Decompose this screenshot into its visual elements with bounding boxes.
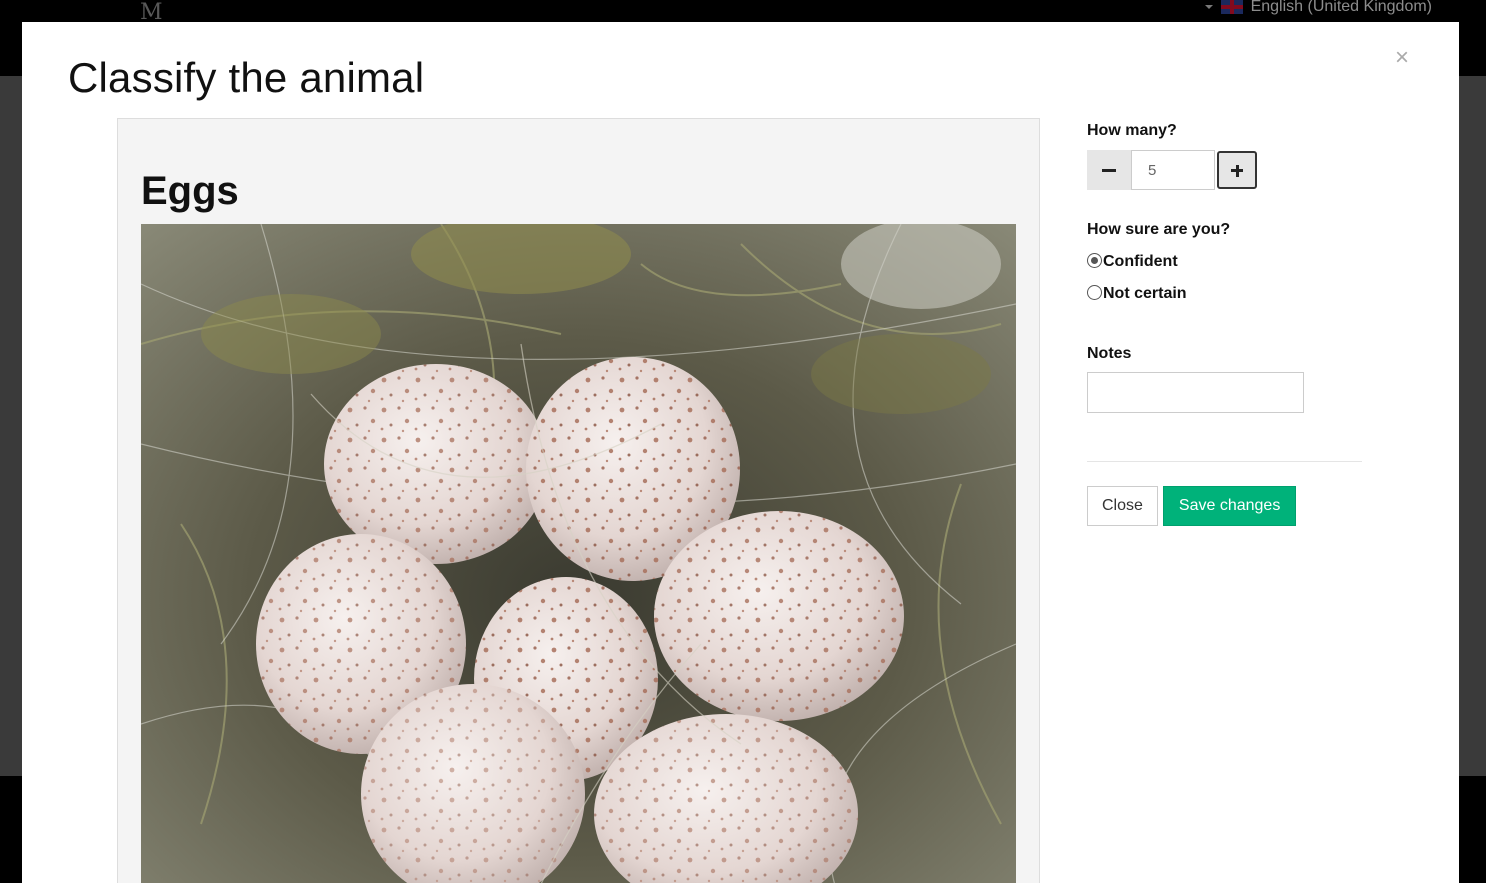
modal-title: Classify the animal (68, 54, 425, 101)
radio-not-certain[interactable]: Not certain (1087, 284, 1377, 303)
how-sure-label: How sure are you? (1087, 221, 1231, 238)
modal-actions: Close Save changes (1087, 486, 1377, 526)
animal-photo (141, 224, 1016, 883)
save-changes-button[interactable]: Save changes (1162, 486, 1297, 526)
notes-field[interactable] (1087, 372, 1304, 413)
how-many-label: How many? (1087, 122, 1177, 139)
classification-form: How many? How sure are you? Confident No… (1087, 122, 1377, 526)
close-icon[interactable]: × (1395, 46, 1409, 70)
eggs-in-nest-image (141, 224, 1016, 883)
radio-not-certain-label: Not certain (1103, 285, 1187, 302)
radio-confident-label: Confident (1103, 253, 1178, 270)
animal-name: Eggs (141, 169, 239, 213)
radio-not-certain-input[interactable] (1087, 284, 1102, 300)
radio-confident-input[interactable] (1087, 252, 1102, 268)
radio-confident[interactable]: Confident (1087, 252, 1377, 271)
quantity-stepper (1087, 150, 1377, 190)
close-button[interactable]: Close (1087, 486, 1158, 526)
notes-label: Notes (1087, 345, 1132, 362)
divider (1087, 461, 1362, 462)
decrement-button[interactable] (1087, 150, 1131, 190)
increment-button[interactable] (1217, 151, 1257, 189)
minus-icon (1102, 168, 1116, 172)
classify-modal: Classify the animal × Eggs How many? 5 H… (22, 22, 1459, 883)
animal-panel: Eggs (117, 118, 1040, 883)
count-input[interactable] (1131, 150, 1215, 190)
